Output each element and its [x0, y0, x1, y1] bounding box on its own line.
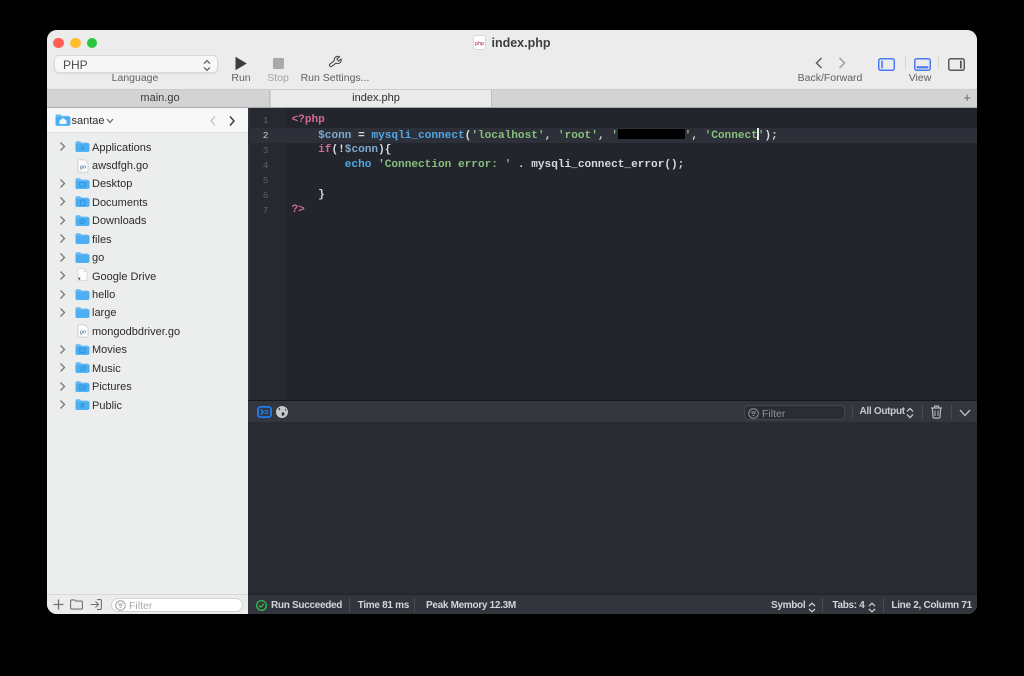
- svg-text:go: go: [79, 330, 86, 336]
- svg-text:php: php: [475, 41, 484, 47]
- svg-text:go: go: [79, 164, 86, 170]
- svg-text:A: A: [80, 146, 85, 152]
